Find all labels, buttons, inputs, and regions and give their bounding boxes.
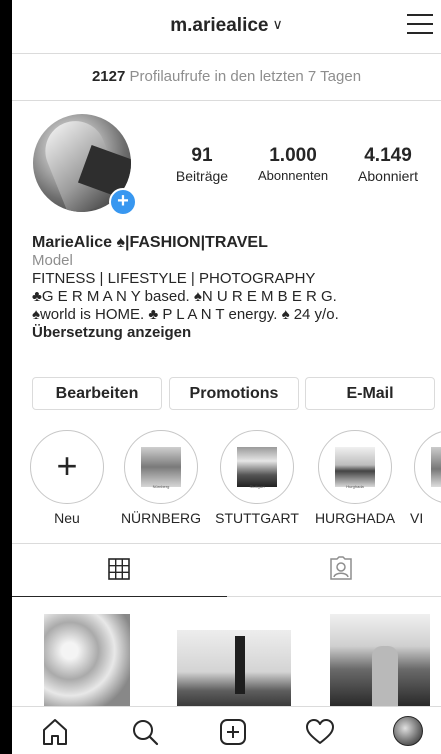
stat-following[interactable]: 4.149 Abonniert: [348, 145, 428, 184]
highlight-label: HURGHADA: [314, 510, 396, 526]
add-story-plus-icon[interactable]: +: [109, 188, 137, 216]
highlight-hurghada[interactable]: Hurghada HURGHADA: [314, 430, 396, 526]
highlight-nuernberg[interactable]: Nürnberg NÜRNBERG: [120, 430, 202, 526]
edit-profile-button[interactable]: Bearbeiten: [32, 377, 162, 410]
bio: MarieAlice ♠|FASHION|TRAVEL Model FITNES…: [32, 234, 437, 342]
highlight-cover-caption: Nürnberg: [152, 484, 170, 489]
profile-tabs: [12, 543, 441, 597]
profile-avatar[interactable]: [393, 716, 423, 746]
highlight-label: Neu: [54, 510, 80, 526]
promotions-button[interactable]: Promotions: [169, 377, 299, 410]
category-label: Model: [32, 252, 73, 269]
chevron-down-icon: ∨: [272, 16, 283, 32]
activity-heart-icon[interactable]: [305, 717, 335, 747]
grid-post[interactable]: [157, 596, 297, 706]
highlight-cover-caption: Hurghada: [346, 484, 364, 489]
bottom-navigation: [12, 706, 441, 754]
grid-post[interactable]: [12, 596, 152, 706]
profile-views-banner[interactable]: 2127 Profilaufrufe in den letzten 7 Tage…: [12, 54, 441, 101]
account-switcher[interactable]: m.ariealice ∨: [12, 15, 441, 37]
highlight-partial[interactable]: VI: [410, 430, 441, 526]
email-button[interactable]: E-Mail: [305, 377, 435, 410]
grid-post[interactable]: [302, 596, 441, 706]
search-icon[interactable]: [130, 717, 160, 747]
display-name: MarieAlice ♠|FASHION|TRAVEL: [32, 234, 268, 251]
tagged-icon[interactable]: [328, 556, 354, 582]
highlight-label: VI: [410, 510, 424, 526]
highlight-label: NÜRNBERG: [120, 510, 202, 526]
bio-line: FITNESS | LIFESTYLE | PHOTOGRAPHY: [32, 270, 316, 287]
highlight-label: STUTTGART: [215, 510, 299, 526]
top-bar: m.ariealice ∨: [12, 0, 441, 54]
followers-count: 1.000: [269, 145, 317, 166]
add-post-icon[interactable]: [218, 717, 248, 747]
profile-views-count: 2127: [91, 68, 126, 85]
highlight-stuttgart[interactable]: Stuttgart STUTTGART: [214, 430, 300, 526]
home-icon[interactable]: [40, 717, 70, 747]
grid-icon[interactable]: [107, 557, 131, 581]
translate-link[interactable]: Übersetzung anzeigen: [32, 324, 437, 342]
plus-icon: +: [56, 445, 78, 486]
posts-label: Beiträge: [175, 168, 229, 184]
highlight-cover-caption: Stuttgart: [249, 484, 265, 489]
following-count: 4.149: [364, 145, 412, 166]
hamburger-menu-icon[interactable]: [407, 14, 433, 36]
stat-followers[interactable]: 1.000 Abonnenten: [248, 145, 338, 183]
username-label: m.ariealice: [170, 15, 269, 36]
following-label: Abonniert: [358, 168, 418, 184]
bio-line: ♣G E R M A N Y based. ♠N U R E M B E R G…: [32, 288, 337, 305]
posts-count: 91: [191, 145, 213, 166]
highlight-new[interactable]: + Neu: [30, 430, 104, 526]
followers-label: Abonnenten: [257, 168, 329, 183]
bio-line: ♠world is HOME. ♣ P L A N T energy. ♠ 24…: [32, 306, 339, 323]
profile-views-text: Profilaufrufe in den letzten 7 Tagen: [129, 68, 362, 85]
profile-screen: m.ariealice ∨ 2127 Profilaufrufe in den l…: [12, 0, 441, 754]
stat-posts[interactable]: 91 Beiträge: [167, 145, 237, 184]
